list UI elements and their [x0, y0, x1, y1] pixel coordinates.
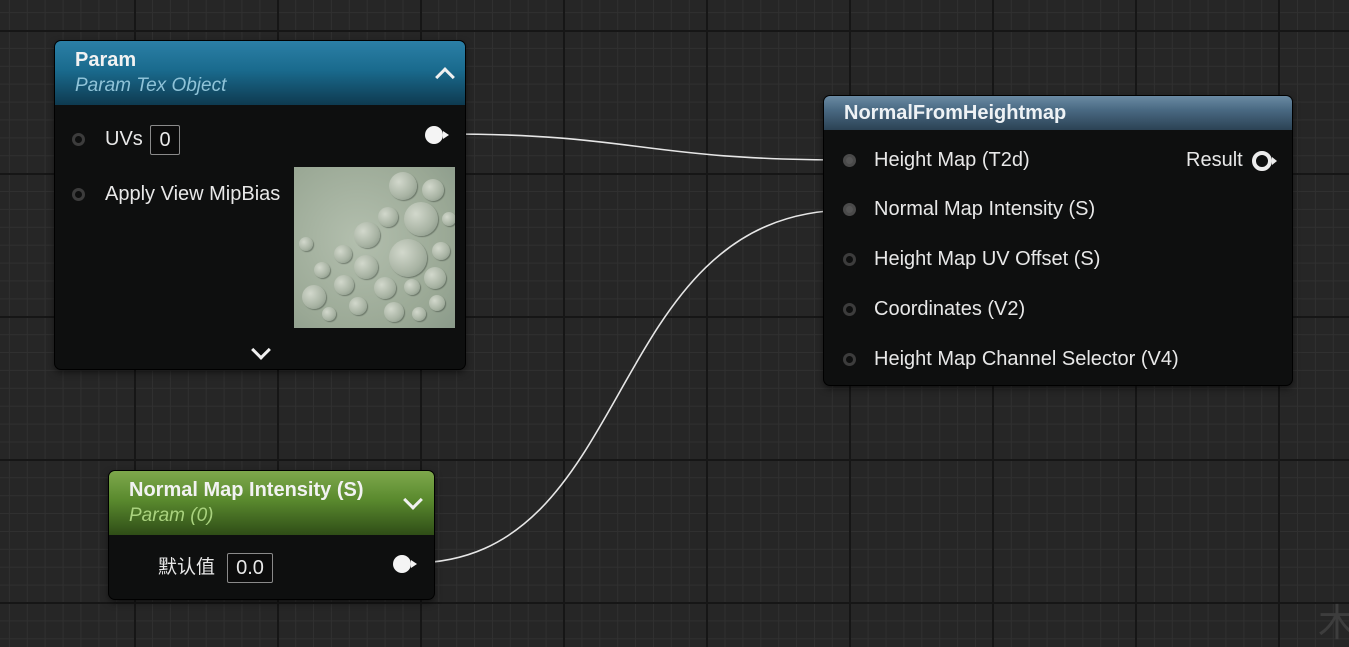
- normal-map-intensity-node[interactable]: Normal Map Intensity (S) Param (0) 默认值 0…: [109, 471, 434, 599]
- default-value-label: 默认值: [158, 556, 216, 578]
- result-output-pin[interactable]: [1252, 151, 1277, 171]
- input-label-uv-offset: Height Map UV Offset (S): [874, 248, 1101, 270]
- coordinates-input-pin[interactable]: [843, 303, 856, 316]
- input-label-heightmap: Height Map (T2d): [874, 149, 1030, 171]
- wire-texture-to-heightmap: [444, 133, 851, 161]
- channel-selector-input-pin[interactable]: [843, 353, 856, 366]
- texture-output-pin[interactable]: [425, 126, 449, 144]
- uvs-label: UVs: [105, 128, 143, 150]
- param-node-header[interactable]: Param Param Tex Object: [55, 41, 465, 105]
- input-label-channel-selector: Height Map Channel Selector (V4): [874, 348, 1179, 370]
- intensity-node-title: Normal Map Intensity (S): [129, 479, 364, 501]
- uvs-value-field[interactable]: 0: [150, 125, 180, 155]
- normal-node-header[interactable]: NormalFromHeightmap: [824, 96, 1292, 130]
- intensity-output-pin[interactable]: [393, 555, 417, 573]
- uv-offset-input-pin[interactable]: [843, 253, 856, 266]
- input-label-coordinates: Coordinates (V2): [874, 298, 1026, 320]
- result-output-label: Result: [1186, 149, 1243, 171]
- input-label-intensity: Normal Map Intensity (S): [874, 198, 1096, 220]
- texture-preview-thumbnail: [294, 167, 455, 328]
- intensity-input-pin[interactable]: [843, 203, 856, 216]
- expand-chevron-icon[interactable]: [251, 340, 271, 360]
- uvs-input-pin[interactable]: [72, 133, 85, 146]
- wire-intensity-to-normal-intensity: [411, 209, 851, 564]
- mipbias-input-pin[interactable]: [72, 188, 85, 201]
- normal-from-heightmap-node[interactable]: NormalFromHeightmap Height Map (T2d) Res…: [824, 96, 1292, 385]
- watermark-glyph: 木: [1318, 603, 1349, 645]
- param-node-subtitle: Param Tex Object: [75, 75, 227, 96]
- param-texture-node[interactable]: Param Param Tex Object UVs 0 Apply View …: [55, 41, 465, 369]
- mipbias-label: Apply View MipBias: [105, 183, 281, 205]
- default-value-field[interactable]: 0.0: [227, 553, 273, 583]
- heightmap-input-pin[interactable]: [843, 154, 856, 167]
- intensity-node-subtitle: Param (0): [129, 505, 214, 526]
- param-node-title: Param: [75, 49, 137, 71]
- intensity-node-header[interactable]: Normal Map Intensity (S) Param (0): [109, 471, 434, 535]
- normal-node-title: NormalFromHeightmap: [844, 102, 1067, 124]
